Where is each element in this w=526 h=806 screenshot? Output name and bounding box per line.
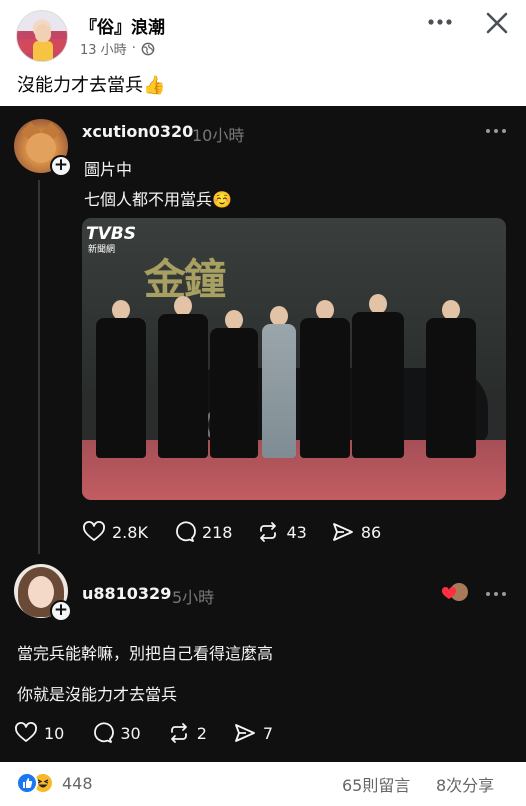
- more-options-icon[interactable]: [424, 10, 456, 34]
- reply-time: 5小時: [172, 588, 215, 607]
- thread-text-line: 圖片中: [84, 160, 133, 179]
- like-count: 10: [44, 723, 65, 743]
- thread-connector-line: [38, 180, 40, 554]
- heart-icon: [15, 722, 37, 742]
- repost-count: 2: [196, 723, 207, 743]
- close-icon[interactable]: [482, 8, 512, 38]
- comment-icon: [176, 521, 196, 542]
- comment-button: 218: [172, 520, 233, 544]
- heart-icon: [83, 521, 105, 541]
- follow-plus-icon: +: [50, 600, 72, 622]
- red-carpet-photo: 金鐘 TVBS 新聞網: [82, 218, 506, 500]
- post-caption: 沒能力才去當兵👍: [17, 75, 166, 96]
- post-footer: 448 65則留言 8次分享: [0, 762, 526, 806]
- post-header: 『俗』浪潮 13 小時 · 沒能力才去當兵👍: [0, 0, 526, 106]
- send-icon: [235, 724, 255, 742]
- photo-logo-sub: 新聞網: [88, 245, 116, 255]
- thread-username: xcution0320: [82, 122, 194, 141]
- thread-text-line: 七個人都不用當兵☺️: [84, 190, 232, 209]
- like-button: 10: [14, 721, 64, 745]
- follow-plus-icon: +: [50, 155, 72, 177]
- comment-button: 30: [90, 721, 141, 745]
- repost-button: 2: [167, 721, 207, 745]
- photo-person: [352, 294, 404, 460]
- reaction-summary[interactable]: 448: [16, 772, 93, 794]
- photo-person: [210, 310, 258, 460]
- reaction-count: 448: [62, 773, 93, 793]
- globe-icon: [141, 42, 155, 55]
- repost-button: 43: [256, 520, 307, 544]
- like-button: 2.8K: [82, 520, 148, 544]
- reply-text-line: 當完兵能幹嘛，別把自己看得這麼高: [17, 644, 274, 663]
- reply-more-icon: [486, 592, 506, 596]
- comment-icon: [94, 722, 115, 743]
- post-time[interactable]: 13 小時: [80, 39, 127, 58]
- reply-text-line: 你就是沒能力才去當兵: [17, 685, 178, 704]
- thread-actions: 2.8K 218 43 86: [82, 520, 405, 544]
- share-count: 7: [262, 723, 274, 743]
- share-count: 86: [360, 522, 382, 542]
- like-count: 2.8K: [112, 522, 148, 542]
- reply-actions: 10 30 2 7: [14, 721, 299, 745]
- post-meta: 13 小時 ·: [80, 39, 155, 58]
- liked-by-author-icon: [442, 583, 468, 601]
- reply-username: u8810329: [82, 584, 172, 603]
- repost-count: 43: [286, 522, 307, 542]
- share-count-link[interactable]: 8次分享: [436, 772, 494, 796]
- photo-person: [426, 300, 476, 460]
- repost-icon: [170, 723, 187, 743]
- repost-icon: [260, 522, 277, 542]
- like-reaction-icon: [16, 772, 38, 794]
- author-name[interactable]: 『俗』浪潮: [80, 13, 165, 38]
- photo-logo: TVBS: [86, 224, 136, 244]
- send-icon: [332, 523, 353, 541]
- threads-screenshot: + xcution0320 10小時 圖片中 七個人都不用當兵☺️ 金鐘 TVB…: [0, 106, 526, 762]
- thread-more-icon: [486, 129, 506, 133]
- photo-person: [262, 306, 296, 460]
- comment-count: 218: [201, 522, 233, 542]
- thread-time: 10小時: [192, 126, 245, 145]
- comment-count-link[interactable]: 65則留言: [342, 772, 410, 796]
- photo-person: [300, 300, 350, 460]
- share-button: 7: [233, 721, 273, 745]
- photo-person: [96, 300, 146, 460]
- photo-person: [158, 296, 208, 460]
- share-button: 86: [331, 520, 381, 544]
- comment-count: 30: [120, 723, 141, 743]
- author-avatar[interactable]: [16, 10, 68, 62]
